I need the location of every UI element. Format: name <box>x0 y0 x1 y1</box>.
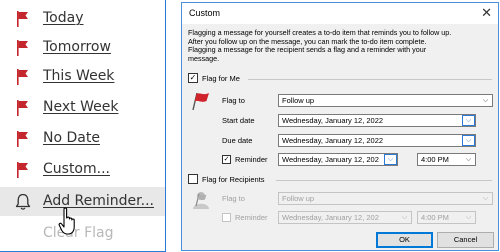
recipient-flag-to-dropdown[interactable]: Follow up ⌵ <box>278 192 493 205</box>
description-line: Flagging a message for the recipient sen… <box>188 45 427 55</box>
flag-icon <box>13 129 33 149</box>
section-divider <box>276 180 492 181</box>
custom-flag-dialog: Custom ✕ Flagging a message for yourself… <box>181 2 499 251</box>
menu-item-label: Tomorrow <box>43 39 111 55</box>
menu-item-label: Custom... <box>43 161 110 177</box>
close-icon[interactable]: ✕ <box>481 5 492 21</box>
menu-item-next-week[interactable]: Next Week <box>0 93 165 122</box>
chevron-down-icon: ⌵ <box>384 154 397 165</box>
menu-item-label: Clear Flag <box>43 225 114 241</box>
menu-item-label: No Date <box>43 130 100 146</box>
reminder-time-dropdown[interactable]: 4:00 PM ⌵ <box>417 153 476 166</box>
recipient-reminder-time-dropdown[interactable]: 4:00 PM ⌵ <box>417 211 476 224</box>
reminder-date-value: Wednesday, January 12, 202 <box>282 155 379 164</box>
chevron-down-icon: ⌵ <box>465 156 472 163</box>
flag-for-recipients-label: Flag for Recipients <box>202 175 265 184</box>
recipient-flag-icon <box>193 192 209 209</box>
menu-item-custom[interactable]: Custom... <box>0 155 165 184</box>
dialog-title: Custom <box>189 8 221 18</box>
flag-icon <box>13 38 33 58</box>
menu-item-tomorrow[interactable]: Tomorrow <box>0 33 165 62</box>
red-flag-icon <box>192 92 209 111</box>
flag-to-value: Follow up <box>282 96 315 105</box>
menu-item-add-reminder[interactable]: Add Reminder... <box>0 187 165 216</box>
recipient-flag-to-value: Follow up <box>282 194 315 203</box>
due-date-value: Wednesday, January 12, 2022 <box>282 136 384 145</box>
flag-icon <box>13 9 33 29</box>
recipient-flag-to-label: Flag to <box>222 194 245 203</box>
flag-icon <box>13 160 33 180</box>
reminder-label: Reminder <box>235 155 268 164</box>
bell-icon <box>13 192 33 212</box>
flag-for-me-checkbox[interactable]: ✓ <box>188 73 198 83</box>
due-date-picker[interactable]: Wednesday, January 12, 2022 ⌵ <box>278 134 476 147</box>
menu-item-today[interactable]: Today <box>0 4 165 33</box>
section-divider <box>248 79 492 80</box>
recipient-reminder-time-value: 4:00 PM <box>421 213 449 222</box>
flag-to-dropdown[interactable]: Follow up ⌵ <box>278 94 493 107</box>
flag-for-me-label: Flag for Me <box>202 74 240 83</box>
flag-context-menu: Today Tomorrow This Week Next Week No Da… <box>0 0 166 252</box>
start-date-value: Wednesday, January 12, 2022 <box>282 116 384 125</box>
recipient-reminder-date-picker[interactable]: Wednesday, January 12, 202 ⌵ <box>278 211 412 224</box>
chevron-down-icon: ⌵ <box>401 214 408 221</box>
menu-item-clear-flag[interactable]: Clear Flag <box>0 219 165 248</box>
description-line: message. <box>188 53 220 63</box>
due-date-label: Due date <box>222 136 253 145</box>
recipient-reminder-label: Reminder <box>235 213 268 222</box>
ok-button[interactable]: OK <box>376 232 433 248</box>
chevron-down-icon: ⌵ <box>462 115 475 126</box>
start-date-picker[interactable]: Wednesday, January 12, 2022 ⌵ <box>278 114 476 127</box>
reminder-date-picker[interactable]: Wednesday, January 12, 202 ⌵ <box>278 153 398 166</box>
hand-cursor-icon <box>58 207 75 235</box>
menu-item-this-week[interactable]: This Week <box>0 62 165 91</box>
dialog-description: Flagging a message for yourself creates … <box>188 28 494 63</box>
menu-item-no-date[interactable]: No Date <box>0 124 165 153</box>
chevron-down-icon: ⌵ <box>462 135 475 146</box>
menu-item-label: Today <box>43 10 84 26</box>
reminder-checkbox[interactable]: ✓ <box>222 155 231 164</box>
recipient-reminder-date-value: Wednesday, January 12, 202 <box>282 213 379 222</box>
chevron-down-icon: ⌵ <box>482 195 489 202</box>
chevron-down-icon: ⌵ <box>465 214 472 221</box>
flag-icon <box>13 98 33 118</box>
flag-to-label: Flag to <box>222 96 245 105</box>
flag-icon <box>13 67 33 87</box>
menu-item-label: This Week <box>43 68 115 84</box>
menu-item-label: Next Week <box>43 99 119 115</box>
recipient-reminder-checkbox[interactable] <box>222 213 231 222</box>
flag-for-recipients-checkbox[interactable] <box>188 174 198 184</box>
start-date-label: Start date <box>222 116 255 125</box>
reminder-time-value: 4:00 PM <box>421 155 449 164</box>
chevron-down-icon: ⌵ <box>482 97 489 104</box>
dialog-titlebar: Custom ✕ <box>182 3 498 24</box>
cancel-button[interactable]: Cancel <box>437 232 494 248</box>
